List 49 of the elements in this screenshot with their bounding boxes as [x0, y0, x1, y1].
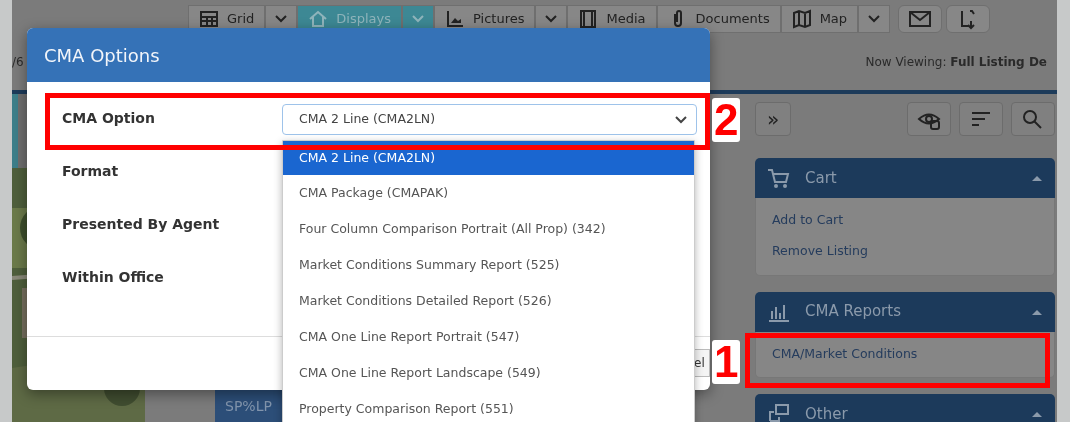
search-button[interactable]: [1011, 102, 1055, 136]
modal-title: CMA Options: [27, 28, 710, 82]
toolbar-button[interactable]: Documents: [656, 5, 781, 33]
image-icon: [445, 9, 465, 29]
select-value: CMA 2 Line (CMA2LN): [299, 110, 436, 129]
panel-title: Other: [805, 404, 849, 422]
panel-header[interactable]: CMA Reports: [755, 291, 1055, 332]
now-viewing-text: Now Viewing: Full Listing De: [865, 54, 1047, 71]
dropdown-option[interactable]: CMA One Line Report Landscape (549): [283, 355, 694, 391]
panel-title: CMA Reports: [805, 301, 902, 323]
caret-icon: [674, 114, 688, 125]
panel-header[interactable]: Cart: [755, 158, 1055, 198]
mail-button[interactable]: [898, 5, 943, 33]
windows-icon: [767, 403, 791, 422]
panel-link[interactable]: Add to Cart: [772, 205, 1038, 236]
caret-icon: [411, 14, 425, 24]
dropdown-option[interactable]: Market Conditions Detailed Report (526): [283, 283, 694, 319]
toolbar-button[interactable]: Map: [780, 5, 859, 33]
pager-text: /6: [12, 54, 24, 71]
cma-option-select[interactable]: CMA 2 Line (CMA2LN): [282, 104, 697, 135]
menu-button[interactable]: [858, 5, 891, 33]
mail-icon: [908, 9, 933, 29]
grid-icon: [199, 9, 219, 29]
dropdown-option[interactable]: Four Column Comparison Portrait (All Prop) (342): [283, 211, 694, 247]
caret-icon: [274, 14, 289, 24]
sort-button[interactable]: [959, 102, 1003, 136]
dropdown-option[interactable]: CMA Package (CMAPAK): [283, 175, 694, 211]
caret-icon: [867, 14, 882, 24]
dropdown-option[interactable]: Property Comparison Report (551): [283, 391, 694, 422]
expand-button[interactable]: »: [755, 102, 791, 136]
field-label: Presented By Agent: [62, 215, 220, 234]
film-icon: [578, 9, 599, 29]
house-icon: [308, 9, 329, 29]
visibility-button[interactable]: [907, 102, 951, 136]
dropdown-option[interactable]: Market Conditions Summary Report (525): [283, 247, 694, 283]
annotation-number: 2: [712, 98, 741, 142]
map-icon: [791, 9, 812, 29]
export-button[interactable]: [946, 5, 991, 33]
panel-title: Cart: [805, 167, 838, 189]
panel-header[interactable]: Other: [755, 394, 1055, 422]
panel-link[interactable]: Remove Listing: [772, 235, 1038, 267]
field-label: Within Office: [62, 268, 164, 287]
caret-icon: [544, 14, 559, 24]
annotation-number: 1: [712, 340, 741, 384]
dropdown-option[interactable]: CMA One Line Report Portrait (547): [283, 319, 694, 355]
field-label: Format: [62, 162, 119, 181]
cart-icon: [767, 167, 791, 189]
field-label: CMA Option: [62, 109, 155, 128]
panel-link[interactable]: CMA/Market Conditions: [772, 338, 1038, 370]
